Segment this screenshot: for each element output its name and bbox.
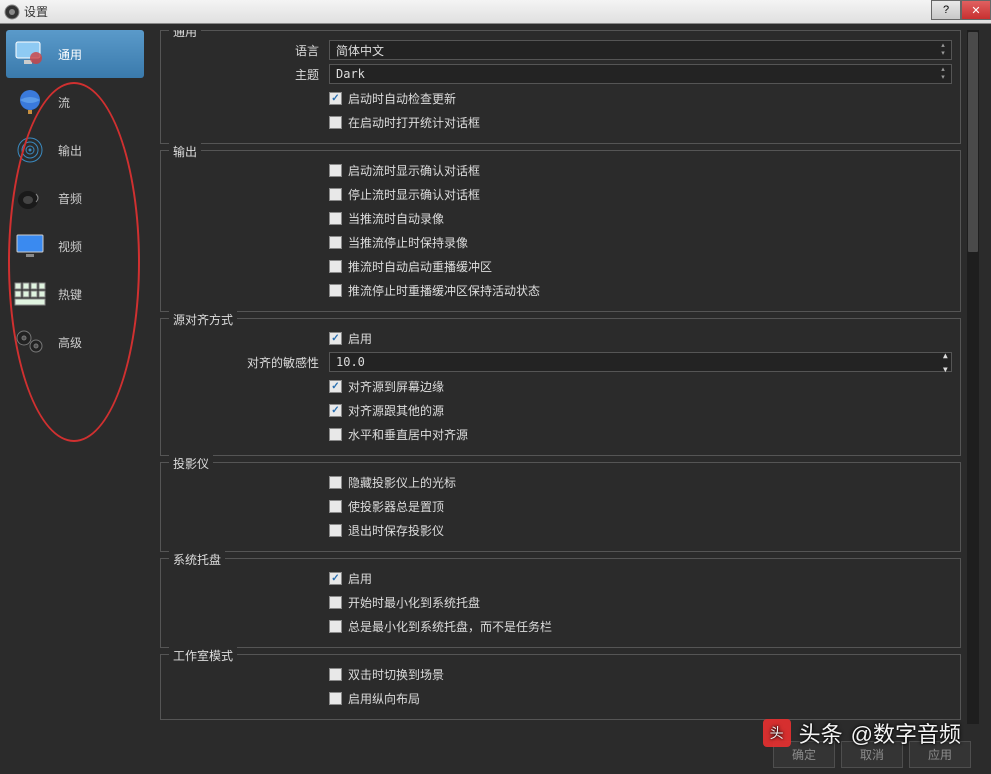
speaker-icon [14,182,46,214]
chk-auto-replay-buffer[interactable]: 推流时自动启动重播缓冲区 [329,258,492,275]
window-title: 设置 [24,3,48,20]
sidebar-item-hotkeys[interactable]: 热键 [6,270,144,318]
chk-snap-screen[interactable]: ✓对齐源到屏幕边缘 [329,378,444,395]
sidebar-item-label: 输出 [58,142,82,159]
content-area: 通用 语言 简体中文 ▴▾ 主题 [150,24,991,774]
chk-vertical-layout[interactable]: 启用纵向布局 [329,690,420,707]
help-button[interactable]: ? [931,0,961,20]
settings-window: 设置 ? ✕ 通用 流 输出 [0,0,991,774]
chk-always-top[interactable]: 使投影器总是置顶 [329,498,444,515]
checkbox-icon [329,188,342,201]
sidebar-item-general[interactable]: 通用 [6,30,144,78]
checkbox-icon: ✓ [329,380,342,393]
checkbox-icon [329,236,342,249]
checkbox-icon [329,428,342,441]
chk-stop-stream-confirm[interactable]: 停止流时显示确认对话框 [329,186,480,203]
checkbox-icon [329,284,342,297]
sidebar-item-label: 音频 [58,190,82,207]
group-title: 工作室模式 [169,647,237,664]
group-output: 输出 启动流时显示确认对话框 停止流时显示确认对话框 当推流时自动录像 当推流停… [160,150,961,312]
broadcast-icon [14,134,46,166]
checkbox-icon: ✓ [329,332,342,345]
group-general: 通用 语言 简体中文 ▴▾ 主题 [160,30,961,144]
checkbox-icon [329,212,342,225]
chk-start-stream-confirm[interactable]: 启动流时显示确认对话框 [329,162,480,179]
chk-snap-center[interactable]: 水平和垂直居中对齐源 [329,426,468,443]
group-title: 输出 [169,143,201,160]
combo-spin-icon: ▴▾ [937,42,949,58]
titlebar: 设置 ? ✕ [0,0,991,24]
language-combo[interactable]: 简体中文 ▴▾ [329,40,952,60]
sidebar-item-label: 通用 [58,46,82,63]
sidebar-item-video[interactable]: 视频 [6,222,144,270]
sidebar: 通用 流 输出 音频 [0,24,150,774]
scrollbar-thumb[interactable] [968,32,978,252]
chk-keep-record[interactable]: 当推流停止时保持录像 [329,234,468,251]
globe-icon [14,86,46,118]
chk-minimize-start[interactable]: 开始时最小化到系统托盘 [329,594,480,611]
sidebar-item-label: 热键 [58,286,82,303]
close-button[interactable]: ✕ [961,0,991,20]
group-snapping: 源对齐方式 ✓启用 对齐的敏感性 10.0 ▴▾ [160,318,961,456]
chk-snap-other[interactable]: ✓对齐源跟其他的源 [329,402,444,419]
combo-spin-icon: ▴▾ [937,66,949,82]
sensitivity-label: 对齐的敏感性 [169,354,329,371]
sidebar-item-label: 高级 [58,334,82,351]
sidebar-item-audio[interactable]: 音频 [6,174,144,222]
sidebar-item-label: 视频 [58,238,82,255]
scroll-area: 通用 语言 简体中文 ▴▾ 主题 [160,30,961,724]
group-title: 系统托盘 [169,551,225,568]
checkbox-icon [329,476,342,489]
chk-snap-enable[interactable]: ✓启用 [329,330,372,347]
chk-always-minimize-tray[interactable]: 总是最小化到系统托盘，而不是任务栏 [329,618,552,635]
sidebar-item-output[interactable]: 输出 [6,126,144,174]
chk-keep-replay-buffer[interactable]: 推流停止时重播缓冲区保持活动状态 [329,282,540,299]
checkbox-icon [329,524,342,537]
chk-save-projector[interactable]: 退出时保存投影仪 [329,522,444,539]
spin-icon: ▴▾ [942,348,949,376]
window-body: 通用 流 输出 音频 [0,24,991,774]
chk-auto-update[interactable]: ✓启动时自动检查更新 [329,90,456,107]
chk-auto-record[interactable]: 当推流时自动录像 [329,210,444,227]
gears-icon [14,326,46,358]
vertical-scrollbar[interactable] [967,30,979,724]
system-buttons: ? ✕ [931,0,991,20]
theme-combo[interactable]: Dark ▴▾ [329,64,952,84]
chk-open-stats[interactable]: 在启动时打开统计对话框 [329,114,480,131]
checkbox-icon [329,500,342,513]
language-label: 语言 [169,42,329,59]
theme-label: 主题 [169,66,329,83]
app-icon [4,4,20,20]
group-projector: 投影仪 隐藏投影仪上的光标 使投影器总是置顶 退出时保存投影仪 [160,462,961,552]
sidebar-item-label: 流 [58,94,70,111]
monitor-icon [14,230,46,262]
group-studio: 工作室模式 双击时切换到场景 启用纵向布局 [160,654,961,720]
sidebar-item-advanced[interactable]: 高级 [6,318,144,366]
checkbox-icon [329,164,342,177]
cancel-button[interactable]: 取消 [841,741,903,768]
sensitivity-input[interactable]: 10.0 ▴▾ [329,352,952,372]
group-title: 源对齐方式 [169,311,237,328]
checkbox-icon [329,620,342,633]
group-title: 投影仪 [169,455,213,472]
group-systray: 系统托盘 ✓启用 开始时最小化到系统托盘 总是最小化到系统托盘，而不是任务栏 [160,558,961,648]
checkbox-icon: ✓ [329,92,342,105]
group-title: 通用 [169,30,201,40]
ok-button[interactable]: 确定 [773,741,835,768]
checkbox-icon [329,596,342,609]
chk-dblclick-scene[interactable]: 双击时切换到场景 [329,666,444,683]
sidebar-item-stream[interactable]: 流 [6,78,144,126]
checkbox-icon: ✓ [329,572,342,585]
checkbox-icon [329,260,342,273]
apply-button[interactable]: 应用 [909,741,971,768]
checkbox-icon: ✓ [329,404,342,417]
checkbox-icon [329,116,342,129]
checkbox-icon [329,668,342,681]
checkbox-icon [329,692,342,705]
chk-hide-cursor[interactable]: 隐藏投影仪上的光标 [329,474,456,491]
chk-tray-enable[interactable]: ✓启用 [329,570,372,587]
monitor-settings-icon [14,38,46,70]
keyboard-icon [14,278,46,310]
footer-buttons: 确定 取消 应用 [773,741,971,768]
